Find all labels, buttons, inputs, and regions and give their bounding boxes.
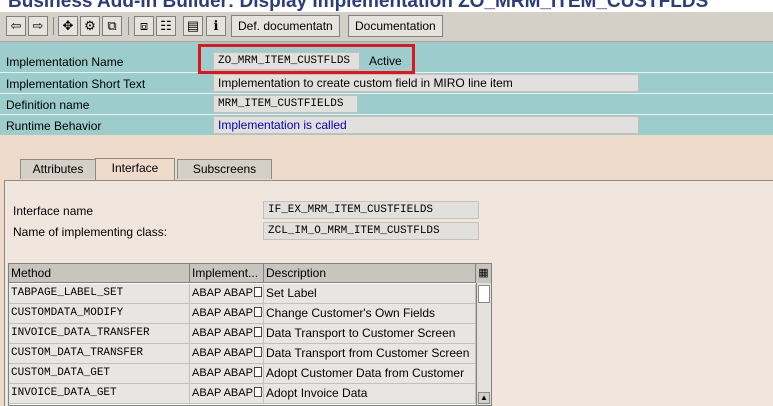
highlight-box [198,44,415,74]
method-name[interactable]: TABPAGE_LABEL_SET [9,284,190,303]
method-description: Change Customer's Own Fields [264,304,476,323]
table-settings-icon[interactable]: ▦ [476,264,491,283]
method-description: Data Transport to Customer Screen [264,324,476,343]
window-title-bar: Business Add-In Builder: Display Impleme… [0,0,773,12]
back-icon[interactable]: ⇦ [6,16,26,36]
document-icon [253,367,262,377]
tab-subscreens[interactable]: Subscreens [177,159,272,179]
short-text-label: Implementation Short Text [6,77,146,91]
implementation-cell[interactable]: ABAP ABAP [190,284,264,303]
print-icon[interactable]: ▤ [183,16,203,36]
table-header: Method Implement... Description ▦ [9,264,491,283]
implementation-text: ABAP ABAP [192,287,253,299]
implementation-text: ABAP ABAP [192,307,253,319]
column-header-method[interactable]: Method [9,264,190,283]
documentation-button[interactable]: Documentation [348,15,443,37]
document-icon [253,327,262,337]
table-row[interactable]: TABPAGE_LABEL_SET ABAP ABAP Set Label [9,284,476,304]
methods-table: Method Implement... Description ▦ TABPAG… [8,263,492,406]
table-row[interactable]: CUSTOM_DATA_GET ABAP ABAP Adopt Customer… [9,364,476,384]
method-name[interactable]: CUSTOM_DATA_GET [9,364,190,383]
def-name-label: Definition name [6,98,90,112]
table-row[interactable]: CUSTOMDATA_MODIFY ABAP ABAP Change Custo… [9,304,476,324]
method-name[interactable]: CUSTOM_DATA_TRANSFER [9,344,190,363]
implementation-cell[interactable]: ABAP ABAP [190,304,264,323]
interface-name-field[interactable]: IF_EX_MRM_ITEM_CUSTFIELDS [263,201,479,219]
toolbar-separator [53,17,54,35]
window-title: Business Add-In Builder: Display Impleme… [8,0,709,12]
method-description: Adopt Invoice Data [264,384,476,403]
interface-name-label: Interface name [13,204,94,218]
implementation-cell[interactable]: ABAP ABAP [190,324,264,343]
method-name[interactable]: INVOICE_DATA_GET [9,384,190,403]
def-documentation-button[interactable]: Def. documentatn [231,15,340,37]
application-toolbar: ⇦ ⇨ ✥ ⚙ ⧉ ⧈ ☷ ▤ ℹ Def. documentatn Docum… [0,12,773,42]
runtime-behavior-field[interactable]: Implementation is called [213,116,639,134]
toolbar-separator [128,17,129,35]
implementation-cell[interactable]: ABAP ABAP [190,364,264,383]
document-icon [253,387,262,397]
implementation-cell[interactable]: ABAP ABAP [190,384,264,403]
info-icon[interactable]: ℹ [206,16,226,36]
implementation-text: ABAP ABAP [192,387,253,399]
method-description: Set Label [264,284,476,303]
other-object-icon[interactable]: ✥ [58,16,78,36]
forward-icon[interactable]: ⇨ [28,16,48,36]
document-icon [253,287,262,297]
def-name-field[interactable]: MRM_ITEM_CUSTFIELDS [213,95,358,113]
tab-interface[interactable]: Interface [95,158,175,180]
short-text-field[interactable]: Implementation to create custom field in… [213,74,639,92]
impl-name-label: Implementation Name [6,55,124,69]
table-scrollbar[interactable]: ▲ [476,283,491,405]
column-header-implementation[interactable]: Implement... [190,264,264,283]
where-used-icon[interactable]: ☷ [156,16,176,36]
table-row[interactable]: CUSTOM_DATA_TRANSFER ABAP ABAP Data Tran… [9,344,476,364]
impl-class-field[interactable]: ZCL_IM_O_MRM_ITEM_CUSTFLDS [263,222,479,240]
display-change-icon[interactable]: ⚙ [80,16,100,36]
runtime-label: Runtime Behavior [6,119,102,133]
method-name[interactable]: CUSTOMDATA_MODIFY [9,304,190,323]
impl-class-label: Name of implementing class: [13,225,168,239]
column-header-description[interactable]: Description [264,264,476,283]
implementation-text: ABAP ABAP [192,367,253,379]
method-name[interactable]: INVOICE_DATA_TRANSFER [9,324,190,343]
tab-attributes[interactable]: Attributes [20,159,96,179]
document-icon [253,307,262,317]
implementation-cell[interactable]: ABAP ABAP [190,344,264,363]
hierarchy-icon[interactable]: ⧈ [134,16,154,36]
activate-icon[interactable]: ⧉ [102,16,122,36]
scrollbar-thumb[interactable] [478,285,490,303]
scroll-up-arrow-icon[interactable]: ▲ [478,392,490,404]
table-row[interactable]: INVOICE_DATA_GET ABAP ABAP Adopt Invoice… [9,384,476,404]
method-description: Data Transport from Customer Screen [264,344,476,363]
document-icon [253,347,262,357]
implementation-text: ABAP ABAP [192,347,253,359]
implementation-text: ABAP ABAP [192,327,253,339]
table-row[interactable]: INVOICE_DATA_TRANSFER ABAP ABAP Data Tra… [9,324,476,344]
method-description: Adopt Customer Data from Customer [264,364,476,383]
